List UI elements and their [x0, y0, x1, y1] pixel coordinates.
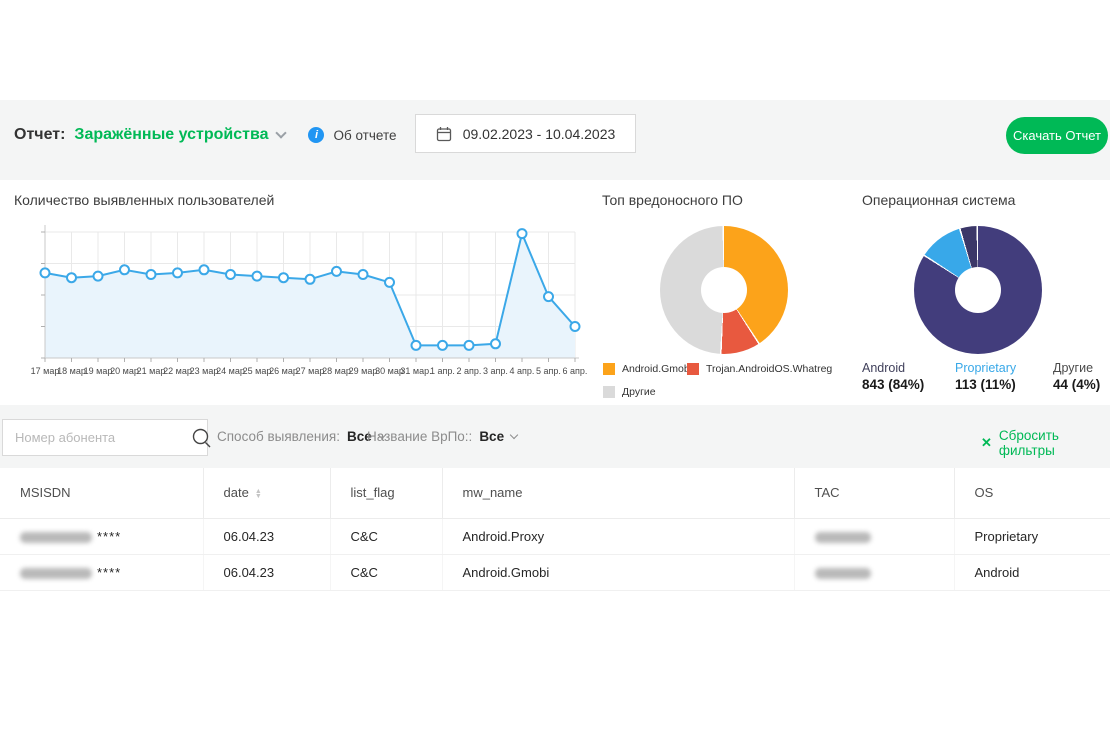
svg-text:4 апр.: 4 апр. — [510, 366, 535, 376]
malware-donut-chart — [660, 226, 788, 354]
filter-label: Название ВрПо:: — [367, 429, 472, 444]
search-input[interactable] — [3, 430, 191, 445]
close-icon: ✕ — [981, 435, 992, 451]
os-stat-label: Proprietary — [955, 361, 1016, 376]
donut-hole — [701, 267, 747, 313]
msisdn-mask-suffix: **** — [97, 529, 121, 544]
info-icon[interactable]: i — [308, 127, 324, 143]
cell-os: Android — [954, 554, 1110, 590]
cell-os: Proprietary — [954, 518, 1110, 554]
date-range-value: 09.02.2023 - 10.04.2023 — [463, 126, 616, 142]
svg-text:22 мар: 22 мар — [163, 366, 192, 376]
legend-item: Trojan.AndroidOS.Whatreg — [687, 363, 832, 375]
svg-text:19 мар: 19 мар — [84, 366, 113, 376]
col-header-mw-name: mw_name — [442, 468, 794, 518]
col-header-date[interactable]: date▲▼ — [203, 468, 330, 518]
legend-swatch — [603, 363, 615, 375]
svg-text:6 апр.: 6 апр. — [563, 366, 588, 376]
cell-msisdn: **** — [0, 518, 203, 554]
svg-text:24 мар: 24 мар — [216, 366, 245, 376]
table-row: **** 06.04.23 C&C Android.Proxy Propriet… — [0, 518, 1110, 554]
col-header-list-flag: list_flag — [330, 468, 442, 518]
col-header-msisdn: MSISDN — [0, 468, 203, 518]
donut-hole — [955, 267, 1001, 313]
users-chart-title: Количество выявленных пользователей — [14, 192, 274, 208]
legend-label: Другие — [622, 386, 656, 398]
os-stat-value: 113 (11%) — [955, 376, 1016, 393]
chevron-down-icon — [510, 431, 518, 439]
filter-value: Все — [479, 429, 504, 444]
cell-list-flag: C&C — [330, 554, 442, 590]
legend-label: Android.Gmobi — [622, 363, 692, 375]
legend-label: Trojan.AndroidOS.Whatreg — [706, 363, 832, 375]
svg-text:31 мар.: 31 мар. — [400, 366, 431, 376]
sort-icon[interactable]: ▲▼ — [255, 489, 262, 499]
download-report-button[interactable]: Скачать Отчет — [1006, 117, 1108, 154]
cell-date: 06.04.23 — [203, 554, 330, 590]
cell-mw-name: Android.Proxy — [442, 518, 794, 554]
os-stat-other: Другие 44 (4%) — [1053, 361, 1100, 393]
about-report-link[interactable]: Об отчете — [333, 128, 396, 143]
legend-swatch — [603, 386, 615, 398]
svg-text:26 мар: 26 мар — [269, 366, 298, 376]
malware-name-filter[interactable]: Название ВрПо:: Все — [367, 429, 517, 444]
cell-mw-name: Android.Gmobi — [442, 554, 794, 590]
svg-text:20 мар: 20 мар — [110, 366, 139, 376]
reset-filters-label: Сбросить фильтры — [999, 428, 1110, 458]
os-stat-value: 44 (4%) — [1053, 376, 1100, 393]
charts-panel: Количество выявленных пользователей 17 м… — [0, 180, 1110, 405]
svg-text:21 мар: 21 мар — [137, 366, 166, 376]
os-stat-label: Другие — [1053, 361, 1100, 376]
os-chart-title: Операционная система — [862, 192, 1015, 208]
table-row: **** 06.04.23 C&C Android.Gmobi Android — [0, 554, 1110, 590]
svg-text:1 апр.: 1 апр. — [430, 366, 455, 376]
date-range-picker[interactable]: 09.02.2023 - 10.04.2023 — [415, 114, 636, 153]
report-title[interactable]: Заражённые устройства — [74, 126, 268, 144]
os-stat-android: Android 843 (84%) — [862, 361, 924, 393]
legend-item: Другие — [603, 386, 656, 398]
masked-tac-blur — [815, 532, 871, 543]
cell-msisdn: **** — [0, 554, 203, 590]
malware-chart-title: Топ вредоносного ПО — [602, 192, 743, 208]
svg-text:18 мар: 18 мар — [57, 366, 86, 376]
users-line-chart: 17 мар18 мар19 мар20 мар21 мар22 мар23 м… — [0, 215, 590, 385]
infected-devices-dashboard: Отчет: Заражённые устройства i Об отчете… — [0, 0, 1110, 740]
reset-filters-button[interactable]: ✕ Сбросить фильтры — [981, 428, 1110, 458]
masked-tac-blur — [815, 568, 871, 579]
table-header-row: MSISDN date▲▼ list_flag mw_name TAC OS — [0, 468, 1110, 518]
search-icon[interactable] — [191, 427, 213, 449]
os-stat-proprietary: Proprietary 113 (11%) — [955, 361, 1016, 393]
svg-text:23 мар: 23 мар — [190, 366, 219, 376]
subscriber-search[interactable] — [2, 419, 208, 456]
masked-msisdn-blur — [20, 532, 92, 543]
masked-msisdn-blur — [20, 568, 92, 579]
cell-tac — [794, 554, 954, 590]
os-donut-chart — [914, 226, 1042, 354]
report-label: Отчет: — [14, 126, 65, 144]
svg-text:28 мар: 28 мар — [322, 366, 351, 376]
cell-tac — [794, 518, 954, 554]
svg-text:25 мар: 25 мар — [243, 366, 272, 376]
cell-date: 06.04.23 — [203, 518, 330, 554]
svg-text:2 апр.: 2 апр. — [457, 366, 482, 376]
report-selector[interactable]: Отчет: Заражённые устройства i Об отчете — [14, 123, 396, 147]
infected-devices-table: MSISDN date▲▼ list_flag mw_name TAC OS *… — [0, 468, 1110, 591]
filter-label: Способ выявления: — [217, 429, 340, 444]
chevron-down-icon — [276, 127, 287, 138]
svg-text:29 мар: 29 мар — [349, 366, 378, 376]
legend-swatch — [687, 363, 699, 375]
legend-item: Android.Gmobi — [603, 363, 692, 375]
cell-list-flag: C&C — [330, 518, 442, 554]
os-stat-label: Android — [862, 361, 924, 376]
msisdn-mask-suffix: **** — [97, 565, 121, 580]
col-header-tac: TAC — [794, 468, 954, 518]
svg-text:5 апр.: 5 апр. — [536, 366, 561, 376]
detection-method-filter[interactable]: Способ выявления: Все — [217, 429, 385, 444]
svg-text:17 мар: 17 мар — [31, 366, 60, 376]
svg-text:3 апр.: 3 апр. — [483, 366, 508, 376]
calendar-icon — [436, 126, 452, 142]
os-stat-value: 843 (84%) — [862, 376, 924, 393]
col-header-os: OS — [954, 468, 1110, 518]
svg-text:27 мар: 27 мар — [296, 366, 325, 376]
